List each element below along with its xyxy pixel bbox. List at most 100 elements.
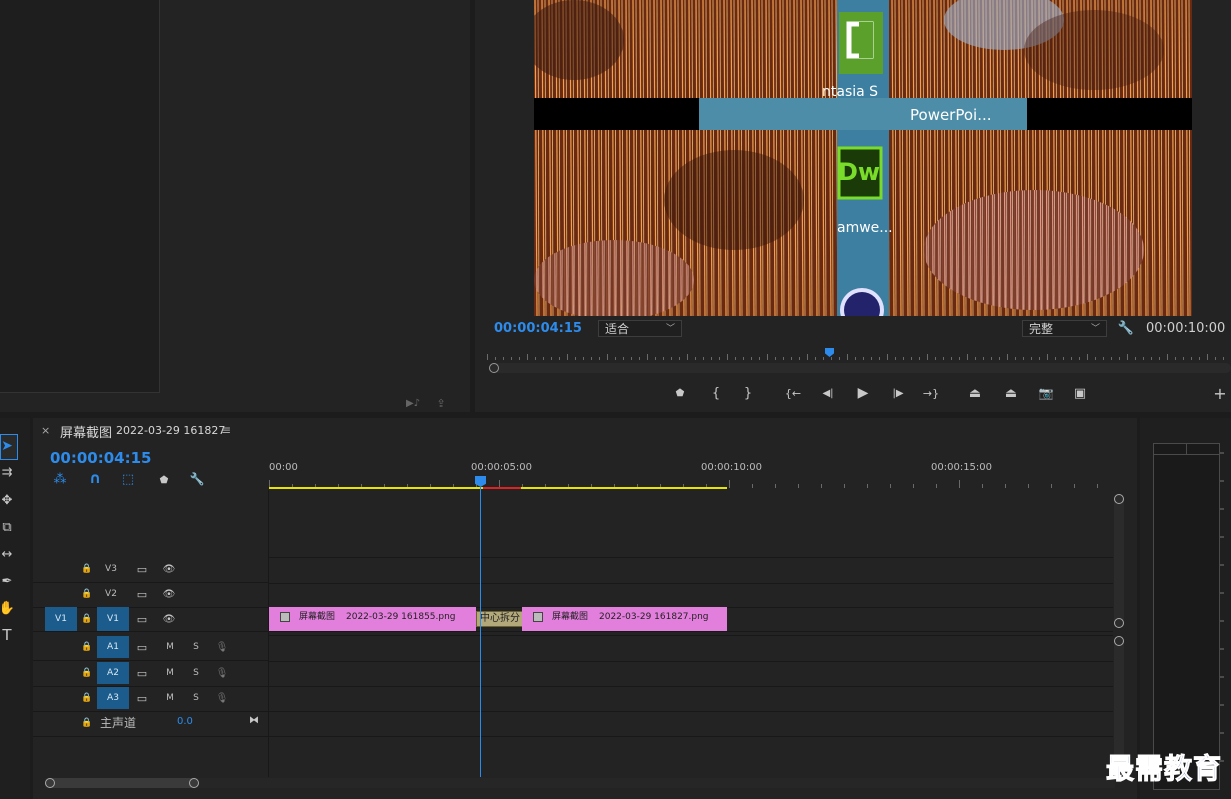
lock-icon[interactable]: 🔒 xyxy=(81,715,93,731)
ripple-edit-tool-icon[interactable]: ✥ xyxy=(0,490,14,510)
powerpoint-icon-label: PowerPoi... xyxy=(910,106,992,124)
scroll-handle[interactable] xyxy=(1114,494,1124,504)
chevron-down-icon: ﹀ xyxy=(665,324,675,334)
lock-icon[interactable]: 🔒 xyxy=(81,665,93,681)
eye-icon[interactable]: 👁 xyxy=(161,611,177,627)
solo-button[interactable]: S xyxy=(189,687,203,709)
track-name-a3[interactable]: A3 xyxy=(97,687,129,709)
hand-tool-icon[interactable]: ✋ xyxy=(0,598,15,618)
horizontal-scrollbar[interactable] xyxy=(45,778,1115,788)
eye-icon[interactable]: 👁 xyxy=(161,586,177,602)
track-header-master: 🔒 主声道 0.0 ⧓ xyxy=(33,711,268,737)
program-current-time[interactable]: 00:00:04:15 xyxy=(494,321,582,336)
solo-button[interactable]: S xyxy=(189,662,203,684)
track-name-a2[interactable]: A2 xyxy=(97,662,129,684)
selection-tool-icon[interactable]: ➤ xyxy=(0,436,14,456)
timeline-ruler[interactable]: 00:00 00:00:05:00 00:00:10:00 00:00:15:0… xyxy=(269,458,1113,488)
extract-button[interactable]: ⏏ xyxy=(1000,384,1022,402)
razor-tool-icon[interactable]: ⧉ xyxy=(0,517,14,537)
add-marker-icon[interactable]: ⬟ xyxy=(156,472,172,488)
master-volume-value[interactable]: 0.0 xyxy=(177,716,193,727)
step-back-button[interactable]: ◀| xyxy=(818,384,838,402)
track-select-tool-icon[interactable]: ⇉ xyxy=(0,462,14,482)
add-button[interactable]: + xyxy=(1211,384,1229,403)
scroll-thumb[interactable] xyxy=(45,778,198,788)
lift-button[interactable]: ⏏ xyxy=(964,384,986,402)
type-tool-icon[interactable]: T xyxy=(0,625,14,645)
timeline-current-time[interactable]: 00:00:04:15 xyxy=(50,449,152,467)
go-to-in-button[interactable]: {← xyxy=(782,384,804,402)
compare-view-button[interactable]: ▣ xyxy=(1070,384,1090,402)
lock-icon[interactable]: 🔒 xyxy=(81,690,93,706)
sync-lock-icon[interactable]: ▭ xyxy=(135,690,149,706)
source-patch-v1[interactable]: V1 xyxy=(45,607,77,631)
lock-icon[interactable]: 🔒 xyxy=(81,611,93,627)
sync-lock-icon[interactable]: ▭ xyxy=(135,586,149,602)
microphone-icon[interactable]: 🎙 xyxy=(215,639,229,655)
step-forward-button[interactable]: |▶ xyxy=(888,384,908,402)
program-zoom-scrollbar[interactable] xyxy=(489,363,1231,373)
sync-lock-icon[interactable]: ▭ xyxy=(135,665,149,681)
export-icon[interactable]: ⇪ xyxy=(432,396,450,410)
export-frame-camera-icon[interactable]: 📷 xyxy=(1036,384,1056,402)
microphone-icon[interactable]: 🎙 xyxy=(215,690,229,706)
scroll-handle[interactable] xyxy=(189,778,199,788)
ruler-label-10s: 00:00:10:00 xyxy=(701,462,763,473)
scroll-handle[interactable] xyxy=(1114,636,1124,646)
lane-a1[interactable] xyxy=(269,635,1113,662)
vertical-scrollbar-video[interactable] xyxy=(1114,494,1124,628)
solo-button[interactable]: S xyxy=(189,636,203,658)
settings-wrench-icon[interactable]: 🔧 xyxy=(1118,320,1134,336)
go-to-next-icon[interactable]: ⧓ xyxy=(247,713,261,727)
mute-button[interactable]: M xyxy=(163,662,177,684)
linked-selection-icon[interactable]: ⬚ xyxy=(120,471,136,487)
meter-divider xyxy=(1186,444,1187,454)
track-name-v2[interactable]: V2 xyxy=(99,583,123,605)
slip-tool-icon[interactable]: ↔ xyxy=(0,544,14,564)
microphone-icon[interactable]: 🎙 xyxy=(215,665,229,681)
mark-in-button[interactable]: { xyxy=(708,384,724,402)
volume-icon[interactable]: ▶♪ xyxy=(404,396,422,410)
meter-top-line xyxy=(1154,454,1219,455)
eye-icon[interactable]: 👁 xyxy=(161,561,177,577)
quality-select[interactable]: 完整 ﹀ xyxy=(1022,320,1107,337)
lock-icon[interactable]: 🔒 xyxy=(81,561,93,577)
track-name-v3[interactable]: V3 xyxy=(99,558,123,580)
fit-select[interactable]: 适合 ﹀ xyxy=(598,320,682,337)
lane-v2[interactable] xyxy=(269,582,1113,608)
track-name-a1[interactable]: A1 xyxy=(97,636,129,658)
snap-magnet-icon[interactable]: ∩ xyxy=(86,469,104,487)
sync-lock-icon[interactable]: ▭ xyxy=(135,561,149,577)
nest-sequences-icon[interactable]: ⁂ xyxy=(52,471,68,487)
mute-button[interactable]: M xyxy=(163,636,177,658)
transition-block[interactable]: 中心拆分 xyxy=(476,611,524,627)
pen-tool-icon[interactable]: ✒ xyxy=(0,571,14,591)
sync-lock-icon[interactable]: ▭ xyxy=(135,611,149,627)
lane-a3[interactable] xyxy=(269,686,1113,712)
tab-menu-icon[interactable]: ≡ xyxy=(221,423,231,437)
close-tab-icon[interactable]: × xyxy=(41,424,50,437)
add-marker-button[interactable]: ⬟ xyxy=(672,384,688,402)
sequence-tab-suffix[interactable]: 2022-03-29 161827 xyxy=(116,424,225,437)
go-to-out-button[interactable]: →} xyxy=(920,384,942,402)
lane-v3[interactable] xyxy=(269,557,1113,584)
lane-a2[interactable] xyxy=(269,661,1113,687)
sync-lock-icon[interactable]: ▭ xyxy=(135,639,149,655)
clip-2[interactable]: 屏幕截图 2022-03-29 161827.png xyxy=(522,607,727,631)
lane-master[interactable] xyxy=(269,711,1113,737)
track-name-v1[interactable]: V1 xyxy=(97,607,129,631)
scroll-handle[interactable] xyxy=(489,363,499,373)
program-preview[interactable]: ntasia S Dw PowerPoi... amwe... xyxy=(534,0,1192,316)
mute-button[interactable]: M xyxy=(163,687,177,709)
ruler-label-0: 00:00 xyxy=(269,462,298,473)
program-time-ruler[interactable] xyxy=(487,346,1231,362)
lock-icon[interactable]: 🔒 xyxy=(81,639,93,655)
mark-out-button[interactable]: } xyxy=(740,384,756,402)
scroll-handle[interactable] xyxy=(45,778,55,788)
timeline-settings-wrench-icon[interactable]: 🔧 xyxy=(189,471,205,487)
sequence-tab-title[interactable]: 屏幕截图 xyxy=(60,422,112,441)
scroll-handle[interactable] xyxy=(1114,618,1124,628)
lock-icon[interactable]: 🔒 xyxy=(81,586,93,602)
play-button[interactable]: ▶ xyxy=(853,384,873,402)
clip-1[interactable]: 屏幕截图 2022-03-29 161855.png xyxy=(269,607,476,631)
